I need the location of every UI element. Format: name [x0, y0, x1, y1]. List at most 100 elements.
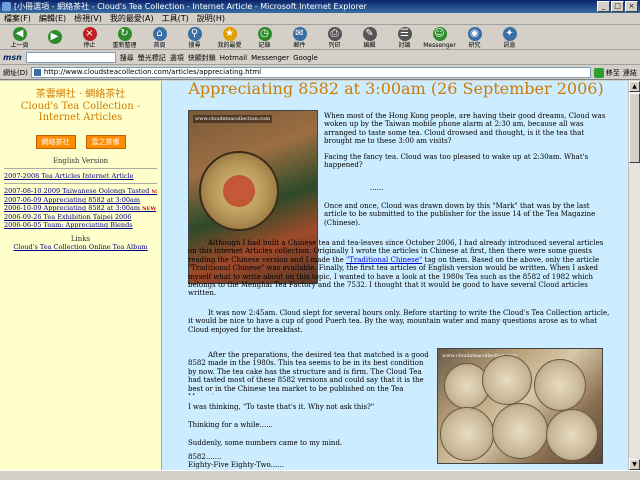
sidebar-link[interactable]: 2007-2008 Tea Articles Internet Article: [4, 172, 157, 180]
sidebar-link[interactable]: 2006-10-09 Appreciating 8582 at 3:00am N…: [4, 204, 157, 213]
toolbar-icon: ☰: [397, 26, 412, 41]
toolbar-icon: ⌂: [152, 26, 167, 41]
toolbar-button[interactable]: ☰ 討論: [388, 26, 421, 49]
paragraph: After the preparations, the desired tea …: [188, 351, 429, 395]
toolbar-button[interactable]: ★ 我的最愛: [213, 26, 246, 49]
paragraph: Although I had built a Chinese tea and t…: [188, 239, 604, 298]
scroll-up-arrow-icon[interactable]: ▲: [629, 81, 640, 92]
toolbar-label: 記錄: [258, 41, 271, 49]
sidebar-link[interactable]: 2007-08-10 2009 Taiwanese Oolongs Tasted…: [4, 187, 157, 196]
window-controls: _ □ ×: [597, 1, 638, 12]
toolbar-label: 訊息: [503, 41, 516, 49]
toolbar-button[interactable]: ✉ 郵件: [283, 26, 316, 49]
msn-search-input[interactable]: [25, 52, 116, 63]
site-title-english: Cloud's Tea Collection - Internet Articl…: [20, 101, 141, 123]
site-title-chinese: 茶雲網社 · 網絡茶社: [35, 89, 126, 100]
minimize-button[interactable]: _: [597, 1, 610, 12]
toolbar-icon: ★: [222, 26, 237, 41]
paragraph: Thinking for a while......: [188, 421, 273, 429]
toolbar-icon: ◀: [12, 26, 27, 41]
msn-item-popup-blocker[interactable]: 快顯封鎖: [188, 53, 216, 63]
links-button[interactable]: 連結: [623, 68, 637, 78]
toolbar-label: 停止: [83, 41, 96, 49]
toolbar-icon: ✦: [502, 26, 517, 41]
toolbar-button[interactable]: ⌂ 首頁: [143, 26, 176, 49]
toolbar-button[interactable]: ☺ Messenger: [423, 26, 456, 49]
sidebar: 茶雲網社 · 網絡茶社 Cloud's Tea Collection - Int…: [0, 81, 162, 470]
number-words-link[interactable]: Eighty-Five Eighty-Two......: [188, 461, 348, 469]
toolbar-label: 編輯: [363, 41, 376, 49]
msn-item-google[interactable]: Google: [293, 54, 318, 62]
menu-view[interactable]: 檢視(V): [74, 13, 102, 24]
article-title: Appreciating 8582 at 3:00am (26 Septembe…: [188, 81, 604, 98]
vertical-scrollbar[interactable]: ▲ ▼: [628, 81, 640, 470]
menu-file[interactable]: 檔案(F): [4, 13, 31, 24]
toolbar-button[interactable]: ◉ 研究: [458, 26, 491, 49]
tea-cake: [482, 355, 532, 405]
sidebar-divider: [4, 168, 157, 169]
toolbar-label: 首頁: [153, 41, 166, 49]
msn-toolbar: msn 搜尋 螢光標記 選項 快顯封鎖 Hotmail Messenger Go…: [0, 51, 640, 65]
toolbar-label: 我的最愛: [217, 41, 242, 49]
page-viewport: 茶雲網社 · 網絡茶社 Cloud's Tea Collection - Int…: [0, 81, 628, 470]
tea-cake: [492, 403, 548, 459]
go-button[interactable]: 移至: [593, 67, 620, 78]
status-bar: [0, 470, 640, 480]
cake-seal: [223, 175, 255, 207]
scroll-down-arrow-icon[interactable]: ▼: [629, 459, 640, 470]
sidebar-button-tea-society[interactable]: 網絡茶社: [35, 135, 76, 149]
paragraph: It was now 2:45am. Cloud slept for sever…: [188, 309, 610, 334]
go-arrow-icon: [593, 67, 604, 78]
toolbar-icon: ◉: [467, 26, 482, 41]
maximize-button[interactable]: □: [611, 1, 624, 12]
paragraph: Facing the fancy tea. Cloud was too plea…: [324, 153, 589, 170]
photo-caption: www.cloudsteacollection.com: [193, 115, 272, 124]
paragraph: Once and once, Cloud was drawn down by t…: [324, 202, 596, 227]
scroll-thumb[interactable]: [629, 93, 640, 163]
toolbar-button[interactable]: ⎙ 列印: [318, 26, 351, 49]
menu-edit[interactable]: 編輯(E): [39, 13, 66, 24]
english-version-label: English Version: [52, 157, 109, 165]
toolbar-label: 討論: [398, 41, 411, 49]
toolbar-icon: ▶: [47, 30, 62, 44]
sidebar-buttons: 網絡茶社 雲之茶鄉: [4, 135, 157, 149]
menu-favorites[interactable]: 我的最愛(A): [110, 13, 154, 24]
toolbar-button[interactable]: ▶: [38, 30, 71, 45]
traditional-chinese-link[interactable]: "Traditional Chinese": [346, 256, 422, 264]
paragraph: Suddenly, some numbers came to my mind.: [188, 439, 343, 447]
sidebar-divider: [4, 183, 157, 184]
close-button[interactable]: ×: [625, 1, 638, 12]
toolbar-button[interactable]: ◀ 上一頁: [3, 26, 36, 49]
toolbar-button[interactable]: ✎ 編輯: [353, 26, 386, 49]
new-badge-icon: NEW: [142, 206, 157, 212]
msn-item-options[interactable]: 選項: [170, 53, 184, 63]
sidebar-link[interactable]: 2007-06-09 Appreciating 8582 at 3:00am: [4, 196, 157, 204]
msn-item-highlight[interactable]: 螢光標記: [138, 53, 166, 63]
sidebar-link[interactable]: 2006-06-05 Team: Appreciating Blends: [4, 221, 157, 229]
address-bar: 網址(D) http://www.cloudsteacollection.com…: [0, 66, 640, 80]
online-album-link[interactable]: Cloud's Tea Collection Online Tea Album: [4, 243, 157, 251]
sidebar-link[interactable]: 2006-09-26 Tea Exhibition Taipei 2006: [4, 213, 157, 221]
toolbar-icon: ×: [82, 26, 97, 41]
toolbar-button[interactable]: ⚲ 搜尋: [178, 26, 211, 49]
go-label: 移至: [605, 68, 620, 77]
msn-item-messenger[interactable]: Messenger: [251, 54, 289, 62]
address-input[interactable]: http://www.cloudsteacollection.com/artic…: [30, 67, 591, 78]
msn-item-hotmail[interactable]: Hotmail: [220, 54, 247, 62]
menu-bar: 檔案(F) 編輯(E) 檢視(V) 我的最愛(A) 工具(T) 說明(H): [0, 13, 640, 25]
toolbar-button[interactable]: ↻ 重新整理: [108, 26, 141, 49]
window-title: [小冊選項 - 網絡茶社 - Cloud's Tea Collection - …: [14, 2, 367, 11]
tea-cake: [440, 407, 494, 461]
menu-tools[interactable]: 工具(T): [162, 13, 189, 24]
toolbar-icon: ☺: [432, 26, 447, 41]
toolbar-button[interactable]: ◷ 記錄: [248, 26, 281, 49]
tea-cake: [534, 359, 586, 411]
sidebar-button-tea-home[interactable]: 雲之茶鄉: [85, 135, 126, 149]
toolbar-button[interactable]: × 停止: [73, 26, 106, 49]
msn-logo: msn: [3, 53, 22, 62]
toolbar-button[interactable]: ✦ 訊息: [493, 26, 526, 49]
msn-item-search[interactable]: 搜尋: [120, 53, 134, 63]
toolbar-label: 上一頁: [10, 41, 29, 49]
toolbar-icon: ↻: [117, 26, 132, 41]
menu-help[interactable]: 說明(H): [197, 13, 225, 24]
